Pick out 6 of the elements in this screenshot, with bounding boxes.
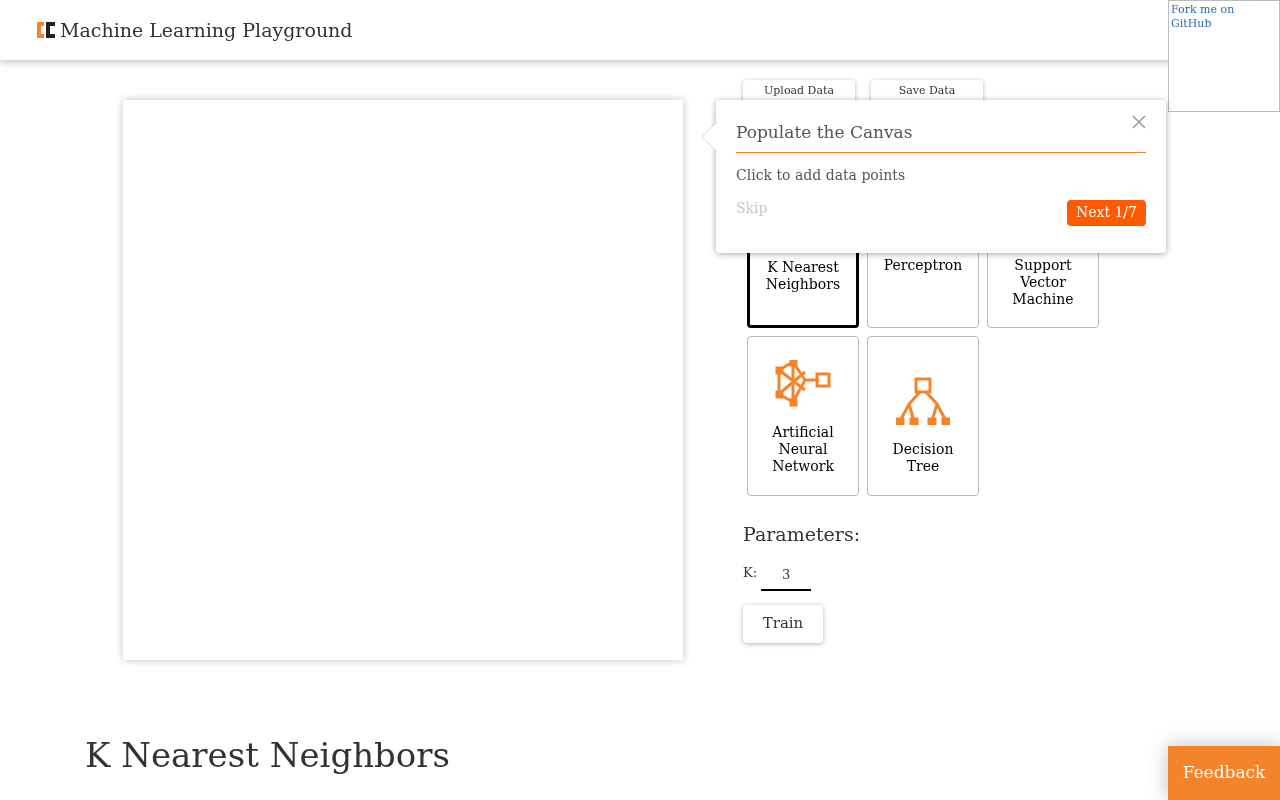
- parameters-heading: Parameters:: [743, 522, 862, 547]
- app-title: Machine Learning Playground: [60, 17, 353, 43]
- tour-body: Click to add data points: [736, 165, 907, 185]
- section-heading: K Nearest Neighbors: [85, 734, 450, 777]
- parameter-label: K:: [743, 564, 758, 582]
- tour-title: Populate the Canvas: [736, 120, 1146, 153]
